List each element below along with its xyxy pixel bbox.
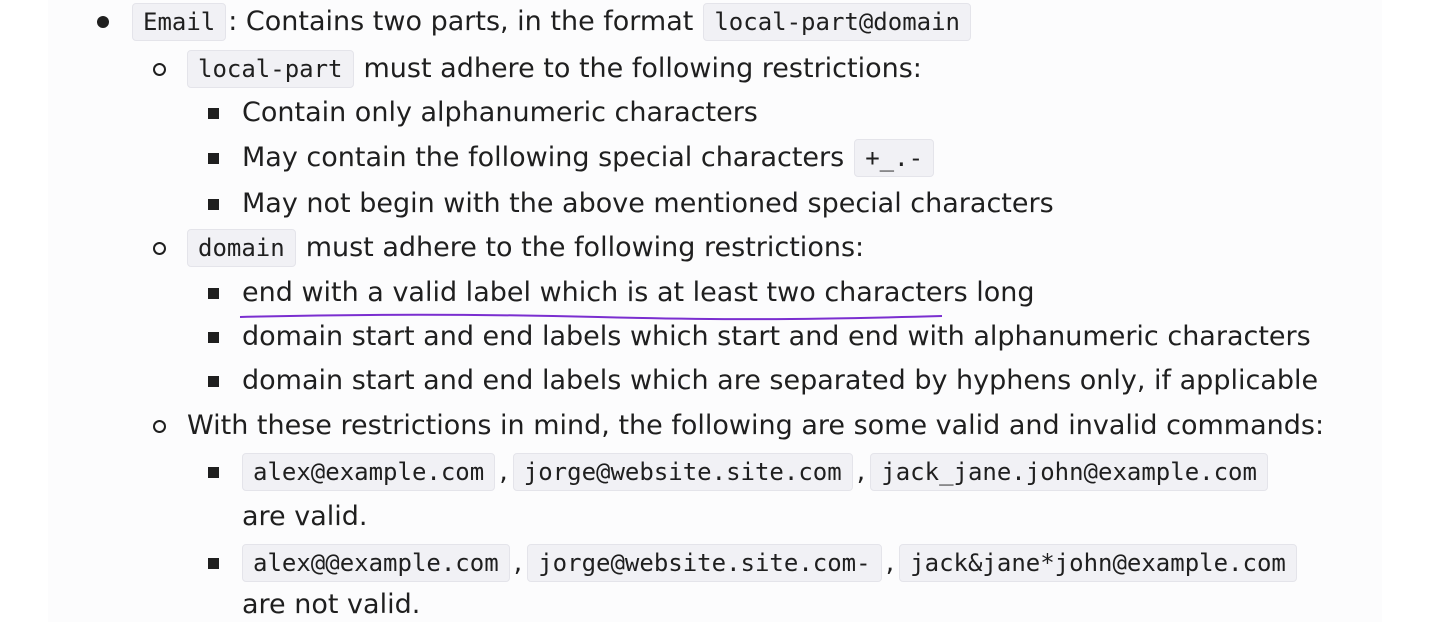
local-rule-2-text: May contain the following special charac… — [242, 142, 845, 173]
email-term: Email — [132, 3, 227, 41]
local-rule-1-text: Contain only alphanumeric characters — [242, 97, 758, 128]
valid-suffix: are valid. — [242, 501, 368, 532]
bullet-circle — [153, 420, 166, 433]
bullet-square — [208, 199, 219, 210]
domain-rule-3: domain start and end labels which are se… — [242, 361, 1318, 401]
bullet-square — [208, 558, 219, 569]
separator: , — [856, 456, 866, 487]
invalid-example-3: jack&jane*john@example.com — [899, 544, 1297, 582]
domain-text: must adhere to the following restriction… — [305, 232, 865, 263]
local-rule-2: May contain the following special charac… — [242, 138, 935, 178]
domain-rule-2-text: domain start and end labels which start … — [242, 321, 1311, 352]
separator: , — [499, 456, 508, 487]
local-part-code: local-part — [187, 50, 354, 88]
bullet-square — [208, 376, 219, 387]
email-intro: : Contains two parts, in the format — [228, 6, 694, 37]
valid-suffix-line: are valid. — [242, 497, 368, 537]
bullet-square — [208, 288, 219, 299]
bullet-square — [208, 467, 219, 478]
local-rule-1: Contain only alphanumeric characters — [242, 93, 758, 133]
invalid-example-1: alex@@example.com — [242, 544, 510, 582]
bullet-circle — [153, 242, 166, 255]
bullet-square — [208, 153, 219, 164]
domain-rule-1: end with a valid label which is at least… — [242, 273, 1035, 313]
valid-example-3: jack_jane.john@example.com — [870, 453, 1268, 491]
invalid-suffix: are not valid. — [242, 589, 421, 620]
valid-example-2: jorge@website.site.com — [512, 453, 853, 491]
valid-example-1: alex@example.com — [242, 453, 496, 491]
bullet-circle — [153, 63, 166, 76]
invalid-suffix-line: are not valid. — [242, 585, 420, 625]
domain-rule-2: domain start and end labels which start … — [242, 317, 1311, 357]
examples-intro: With these restrictions in mind, the fol… — [187, 410, 1325, 441]
bullet-square — [208, 332, 219, 343]
local-rule-3-text: May not begin with the above mentioned s… — [242, 188, 1054, 219]
local-part-item: local-part must adhere to the following … — [187, 49, 922, 89]
domain-rule-1-text: end with a valid label which is at least… — [242, 277, 1035, 308]
email-format-code: local-part@domain — [703, 3, 971, 41]
bullet-disc — [97, 16, 109, 28]
local-rule-3: May not begin with the above mentioned s… — [242, 184, 1054, 224]
invalid-example-2: jorge@website.site.com- — [527, 544, 882, 582]
domain-item: domain must adhere to the following rest… — [187, 228, 864, 268]
email-format-list: Email : Contains two parts, in the forma… — [0, 0, 1442, 622]
valid-examples: alex@example.com , jorge@website.site.co… — [242, 452, 1268, 492]
invalid-examples: alex@@example.com , jorge@website.site.c… — [242, 543, 1297, 583]
separator: , — [885, 547, 895, 578]
special-chars-code: +_.- — [854, 139, 935, 177]
separator: , — [513, 547, 523, 578]
email-item: Email : Contains two parts, in the forma… — [132, 2, 971, 42]
local-part-text: must adhere to the following restriction… — [363, 53, 922, 84]
domain-rule-3-text: domain start and end labels which are se… — [242, 365, 1319, 396]
domain-code: domain — [187, 229, 296, 267]
bullet-square — [208, 108, 219, 119]
examples-item: With these restrictions in mind, the fol… — [187, 406, 1324, 446]
